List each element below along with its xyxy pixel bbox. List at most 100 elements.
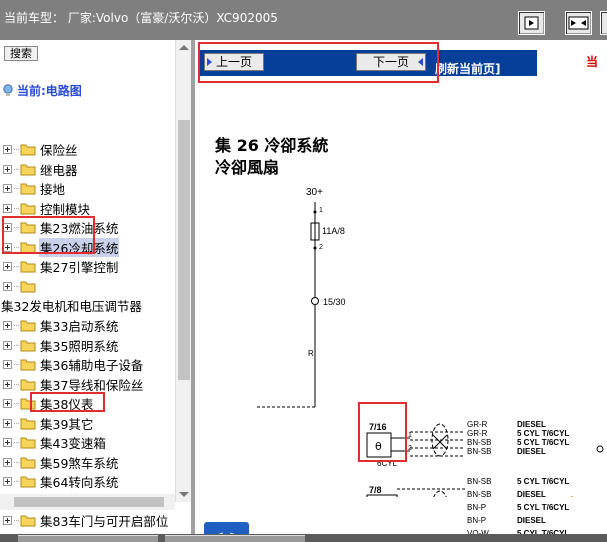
expand-icon[interactable] xyxy=(3,203,12,213)
tree-item[interactable] xyxy=(0,277,41,296)
tree-item[interactable]: 集35照明系统 xyxy=(0,336,119,355)
tree-item[interactable]: 保险丝 xyxy=(0,140,79,159)
folder-icon xyxy=(20,359,36,371)
tree-item-label: 集27引擎控制 xyxy=(40,260,119,276)
tree-connector xyxy=(14,461,19,463)
expand-icon[interactable] xyxy=(3,457,12,467)
tree-connector xyxy=(14,422,19,424)
wire-color-label: GR-R xyxy=(467,429,488,438)
expand-icon[interactable] xyxy=(3,516,12,526)
tree-connector xyxy=(14,188,19,190)
expand-icon[interactable] xyxy=(3,145,12,154)
tree-item[interactable]: 集36辅助电子设备 xyxy=(0,355,144,374)
expand-icon[interactable] xyxy=(3,360,12,370)
folder-icon xyxy=(20,183,36,195)
expand-icon[interactable] xyxy=(3,399,12,409)
tree-item-label[interactable]: 集32发电机和电压调节器 xyxy=(1,296,142,315)
tree-vertical-scrollbar[interactable] xyxy=(175,40,191,502)
folder-icon xyxy=(20,340,36,351)
expand-icon[interactable] xyxy=(3,184,12,194)
tree-item[interactable]: 集59煞车系统 xyxy=(0,453,119,472)
tree-item-label: 保险丝 xyxy=(40,143,78,158)
wire-note-label: 5 CYL T/6CYL xyxy=(517,477,570,486)
tree-hscroll-thumb[interactable] xyxy=(14,497,164,507)
tree-connector xyxy=(14,481,19,483)
wire-color-label: BN-SB xyxy=(467,490,492,499)
expand-icon[interactable] xyxy=(3,477,12,487)
folder-icon xyxy=(20,144,36,156)
tree-item-label: 集33启动系统 xyxy=(40,318,119,334)
fuse-pin-top: 1 xyxy=(319,207,323,214)
refresh-page-link[interactable]: 刷新当前页] xyxy=(435,60,501,77)
tree-item[interactable]: 继电器 xyxy=(0,160,79,179)
folder-icon xyxy=(20,418,36,430)
wire-color-label: BN-P xyxy=(467,503,487,512)
tree-connector xyxy=(14,285,19,287)
expand-icon[interactable] xyxy=(3,164,12,174)
tree-item[interactable]: 集27引擎控制 xyxy=(0,257,119,276)
expand-icon[interactable] xyxy=(3,262,12,272)
tree-item[interactable]: 集64转向系统 xyxy=(0,472,119,491)
expand-icon[interactable] xyxy=(3,438,12,448)
tree-item-label: 接地 xyxy=(40,182,66,198)
expand-icon[interactable] xyxy=(3,320,12,330)
tree-item[interactable]: 集43变速箱 xyxy=(0,433,107,452)
folder-icon xyxy=(20,437,36,449)
tree-item[interactable]: 集39其它 xyxy=(0,414,94,433)
tree-item[interactable]: 集33启动系统 xyxy=(0,316,119,335)
tree-item[interactable]: 集37导线和保险丝 xyxy=(0,375,144,394)
component-1-pin-2: 2 xyxy=(408,445,412,452)
tree-item-label: 集64转向系统 xyxy=(40,475,119,491)
tree-connector xyxy=(14,266,19,268)
single-page-view-button[interactable] xyxy=(518,11,545,35)
fuse-pin-bottom: 2 xyxy=(319,244,323,251)
folder-icon xyxy=(20,379,36,391)
bottom-taskbar xyxy=(0,534,607,542)
folder-icon xyxy=(20,457,36,469)
app-window: 当前车型： 厂家:Volvo（富豪/沃尔沃）XC902005 搜索 当前:电路图… xyxy=(0,0,607,542)
tree-connector xyxy=(14,344,19,346)
page-toggle-button[interactable]: < > xyxy=(204,522,249,534)
expand-icon[interactable] xyxy=(3,418,12,428)
supply-label: 30+ xyxy=(306,187,323,198)
component-highlight-box xyxy=(358,402,407,462)
wire-color-label: BN-SB xyxy=(467,438,492,447)
wire-note-label: DIESEL xyxy=(517,420,546,429)
expand-icon[interactable] xyxy=(3,379,12,389)
search-button[interactable]: 搜索 xyxy=(4,46,38,61)
taskbar-tab-1[interactable] xyxy=(18,535,158,542)
tree-item[interactable]: 集83车门与可开启部位 xyxy=(0,511,169,530)
connector-label: 15/30 xyxy=(323,297,346,307)
scroll-up-arrow-icon[interactable] xyxy=(179,45,189,50)
folder-icon xyxy=(20,281,36,293)
more-toolbar-button[interactable] xyxy=(600,11,607,35)
tree-item-label: 控制模块 xyxy=(40,201,91,217)
split-view-button[interactable] xyxy=(565,11,592,35)
tree-item-label: 集35照明系统 xyxy=(40,338,119,354)
folder-icon xyxy=(20,203,36,215)
single-page-icon xyxy=(524,16,539,30)
wire-color-label: BN-SB xyxy=(467,447,492,456)
bulb-icon xyxy=(3,84,13,96)
tree-item[interactable]: 控制模块 xyxy=(0,199,91,218)
tree-item-label: 继电器 xyxy=(40,162,78,178)
tree-item-label: 集39其它 xyxy=(40,416,94,432)
tree-scroll-thumb[interactable] xyxy=(178,120,190,380)
wire-note-label: 5 CYL T/6CYL xyxy=(517,438,570,447)
fuse-label: 11A/8 xyxy=(322,226,345,236)
tree-horizontal-scrollbar[interactable] xyxy=(0,494,175,510)
title-bar: 当前车型： 厂家:Volvo（富豪/沃尔沃）XC902005 xyxy=(0,0,607,40)
folder-icon xyxy=(20,164,36,176)
document-panel: 上一页 下一页 刷新当前页] 当 集 26 冷卻系統 冷卻風扇 θ 30+ 1 … xyxy=(195,40,607,534)
tree-item-label: 集43变速箱 xyxy=(40,436,106,452)
tree-item[interactable]: 接地 xyxy=(0,179,66,198)
tree-connector xyxy=(14,520,19,522)
expand-icon[interactable] xyxy=(3,281,12,291)
tree-root[interactable]: 当前:电路图 xyxy=(2,82,82,99)
expand-icon[interactable] xyxy=(3,340,12,350)
folder-icon xyxy=(20,320,36,332)
taskbar-tab-2[interactable] xyxy=(165,535,305,542)
tree-highlight-box xyxy=(2,216,95,255)
scroll-down-arrow-icon[interactable] xyxy=(179,492,189,497)
wire-note-label: DIESEL xyxy=(517,490,546,499)
